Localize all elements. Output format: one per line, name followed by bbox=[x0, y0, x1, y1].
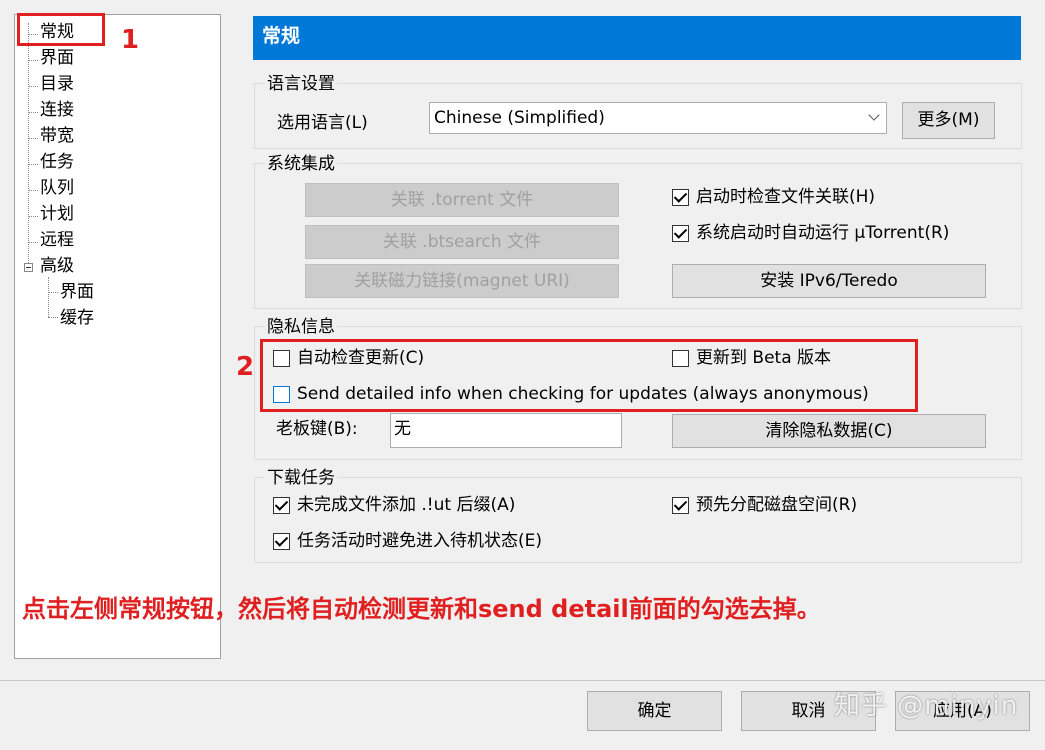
highlight-box-updates bbox=[260, 339, 918, 412]
check-assoc-startup-label: 启动时检查文件关联(H) bbox=[696, 187, 876, 207]
associate-torrent-button[interactable]: 关联 .torrent 文件 bbox=[305, 183, 619, 217]
language-select[interactable]: Chinese (Simplified) bbox=[429, 102, 887, 134]
tree-item-ui[interactable]: 界面 bbox=[40, 47, 74, 69]
footer-divider bbox=[0, 680, 1045, 681]
prevent-standby-label: 任务活动时避免进入待机状态(E) bbox=[297, 531, 543, 551]
privacy-group-title: 隐私信息 bbox=[265, 317, 337, 337]
instruction-annotation: 点击左侧常规按钮，然后将自动检测更新和send detail前面的勾选去掉。 bbox=[22, 595, 821, 623]
watermark: 知乎 @minyin bbox=[834, 691, 1019, 721]
boss-key-input[interactable]: 无 bbox=[390, 413, 622, 448]
tree-item-tasks[interactable]: 任务 bbox=[40, 151, 74, 173]
language-label: 选用语言(L) bbox=[277, 113, 368, 133]
page-title: 常规 bbox=[253, 16, 1021, 60]
append-ut-label: 未完成文件添加 .!ut 后缀(A) bbox=[297, 495, 516, 515]
tree-item-advanced[interactable]: 高级 bbox=[40, 255, 74, 277]
language-group-title: 语言设置 bbox=[265, 74, 337, 94]
tree-item-advanced-ui[interactable]: 界面 bbox=[60, 281, 94, 303]
auto-run-label: 系统启动时自动运行 µTorrent(R) bbox=[696, 223, 950, 243]
tree-item-bandwidth[interactable]: 带宽 bbox=[40, 125, 74, 147]
tree-item-connection[interactable]: 连接 bbox=[40, 99, 74, 121]
ok-button[interactable]: 确定 bbox=[587, 691, 722, 731]
boss-key-label: 老板键(B): bbox=[276, 419, 358, 439]
associate-btsearch-button[interactable]: 关联 .btsearch 文件 bbox=[305, 225, 619, 259]
more-languages-button[interactable]: 更多(M) bbox=[902, 102, 995, 139]
install-ipv6-button[interactable]: 安装 IPv6/Teredo bbox=[672, 264, 986, 298]
chevron-down-icon bbox=[868, 109, 880, 121]
system-group-title: 系统集成 bbox=[265, 154, 337, 174]
prealloc-checkbox[interactable] bbox=[672, 497, 689, 514]
language-select-value: Chinese (Simplified) bbox=[434, 108, 605, 128]
collapse-icon[interactable] bbox=[24, 263, 33, 272]
clear-privacy-button[interactable]: 清除隐私数据(C) bbox=[672, 414, 986, 448]
annotation-marker-1: 1 bbox=[121, 25, 140, 55]
check-assoc-startup-checkbox[interactable] bbox=[672, 189, 689, 206]
annotation-marker-2: 2 bbox=[236, 352, 255, 382]
tree-item-cache[interactable]: 缓存 bbox=[60, 307, 94, 329]
tree-item-directories[interactable]: 目录 bbox=[40, 73, 74, 95]
append-ut-checkbox[interactable] bbox=[273, 497, 290, 514]
associate-magnet-button[interactable]: 关联磁力链接(magnet URI) bbox=[305, 264, 619, 298]
tree-item-scheduler[interactable]: 计划 bbox=[40, 203, 74, 225]
tree-item-remote[interactable]: 远程 bbox=[40, 229, 74, 251]
downloads-group-title: 下载任务 bbox=[265, 468, 337, 488]
prealloc-label: 预先分配磁盘空间(R) bbox=[696, 495, 858, 515]
prevent-standby-checkbox[interactable] bbox=[273, 533, 290, 550]
settings-tree: 常规 界面 目录 连接 带宽 任务 队列 计划 远程 高级 界面 缓存 bbox=[14, 14, 221, 659]
highlight-box-general bbox=[17, 13, 105, 46]
auto-run-checkbox[interactable] bbox=[672, 225, 689, 242]
tree-item-queue[interactable]: 队列 bbox=[40, 177, 74, 199]
